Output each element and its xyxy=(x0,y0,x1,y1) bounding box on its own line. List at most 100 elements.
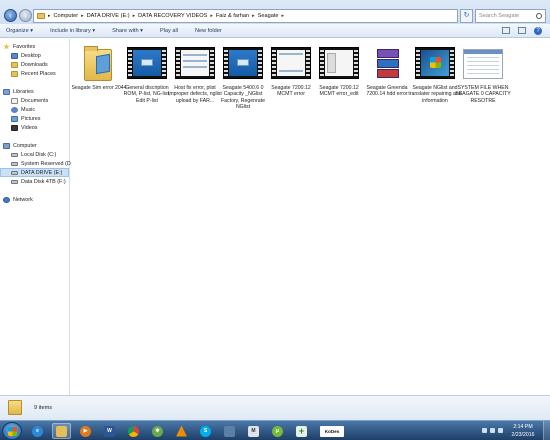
folder-icon xyxy=(84,46,112,81)
forward-arrow-icon[interactable]: › xyxy=(19,9,32,22)
file-item[interactable]: SYSTEM FILE WHEN SEAGATE 0 CAPACITY RESO… xyxy=(455,47,511,104)
nav-label: Documents xyxy=(21,97,49,104)
video-thumbnail xyxy=(127,47,167,81)
nav-music[interactable]: Music xyxy=(11,105,35,114)
film-icon xyxy=(223,47,263,79)
nav-local-disk[interactable]: Local Disk (C:) xyxy=(11,150,56,159)
nav-data-disk[interactable]: Data Disk 4TB (F:) xyxy=(11,177,66,186)
taskbar-media[interactable]: ▶ xyxy=(76,423,95,439)
play-all-button[interactable]: Play all xyxy=(160,28,178,34)
chevron-right-icon[interactable]: ▸ xyxy=(252,13,255,19)
windows-logo-icon xyxy=(8,427,17,436)
address-bar[interactable]: ▸ Computer ▸ DATA DRIVE (E:) ▸ DATA RECO… xyxy=(33,9,458,23)
clock-time[interactable]: 2:14 PM xyxy=(506,424,540,430)
nav-documents[interactable]: Documents xyxy=(11,96,48,105)
film-icon xyxy=(127,47,167,79)
plus-icon: + xyxy=(296,425,307,437)
breadcrumb-seagate[interactable]: Seagate xyxy=(258,13,279,19)
music-icon xyxy=(11,106,18,113)
pictures-icon xyxy=(11,115,18,122)
winrar-icon xyxy=(377,49,399,79)
taskbar-app-mst[interactable]: M xyxy=(244,423,263,439)
taskbar-skype[interactable]: S xyxy=(196,423,215,439)
nav-desktop[interactable]: Desktop xyxy=(11,51,41,60)
nav-libraries[interactable]: Libraries xyxy=(3,87,34,96)
folder-icon xyxy=(56,425,67,437)
breadcrumb-recovery-videos[interactable]: DATA RECOVERY VIDEOS xyxy=(138,13,207,19)
volume-icon[interactable] xyxy=(490,428,495,433)
nav-recent-places[interactable]: Recent Places xyxy=(11,69,56,78)
nav-favorites[interactable]: Favorites xyxy=(3,42,35,51)
desktop-icon xyxy=(11,52,18,59)
flag-icon[interactable] xyxy=(498,428,503,433)
video-thumbnail xyxy=(319,47,359,81)
drive-icon xyxy=(11,179,18,184)
nav-label: Desktop xyxy=(21,52,41,59)
nav-network[interactable]: Network xyxy=(3,195,33,204)
clock-date[interactable]: 2/23/2016 xyxy=(506,432,540,438)
nav-label: Music xyxy=(21,106,36,113)
taskbar-kodes[interactable]: KoDes xyxy=(318,423,346,439)
nav-label: Network xyxy=(13,196,33,203)
film-icon xyxy=(175,47,215,79)
film-icon xyxy=(271,47,311,79)
taskbar: e ▶ W ✱ S M µ + KoDes 2:14 PM 2/23/2016 xyxy=(0,420,550,440)
taskbar-network-tool[interactable] xyxy=(220,423,239,439)
documents-icon xyxy=(11,97,18,104)
taskbar-vlc[interactable] xyxy=(172,423,191,439)
chevron-right-icon[interactable]: ▸ xyxy=(133,13,136,19)
include-in-library-button[interactable]: Include in library ▾ xyxy=(50,28,95,34)
taskbar-ie[interactable]: e xyxy=(28,423,47,439)
show-desktop-button[interactable] xyxy=(543,421,550,440)
star-icon xyxy=(3,43,10,50)
app-icon: M xyxy=(248,425,259,437)
taskbar-settings[interactable]: ✱ xyxy=(148,423,167,439)
folder-icon xyxy=(8,400,22,415)
nav-computer[interactable]: Computer xyxy=(3,141,37,150)
new-folder-button[interactable]: New folder xyxy=(195,28,222,34)
chevron-right-icon[interactable]: ▸ xyxy=(81,13,84,19)
nav-data-drive[interactable]: DATA DRIVE (E:) xyxy=(0,168,69,177)
share-with-button[interactable]: Share with ▾ xyxy=(112,28,143,34)
network-icon xyxy=(3,196,10,203)
nav-downloads[interactable]: Downloads xyxy=(11,60,48,69)
navigation-pane: Favorites Desktop Downloads Recent Place… xyxy=(0,39,72,395)
start-button[interactable] xyxy=(2,422,22,440)
view-options-icon[interactable] xyxy=(502,27,510,34)
tray-arrow-icon[interactable] xyxy=(482,428,487,433)
nav-label: DATA DRIVE (E:) xyxy=(21,169,63,176)
search-icon[interactable] xyxy=(536,13,542,19)
refresh-icon[interactable]: ↻ xyxy=(460,9,473,23)
breadcrumb-data-drive[interactable]: DATA DRIVE (E:) xyxy=(87,13,130,19)
computer-icon xyxy=(3,142,10,149)
back-arrow-icon[interactable]: ‹ xyxy=(4,9,17,22)
search-input[interactable]: Search Seagate xyxy=(475,9,546,23)
nav-label: Favorites xyxy=(13,43,36,50)
search-placeholder: Search Seagate xyxy=(479,13,520,19)
document-icon xyxy=(463,49,503,79)
chevron-right-icon[interactable]: ▸ xyxy=(281,13,284,19)
skype-icon: S xyxy=(200,425,211,437)
nav-pictures[interactable]: Pictures xyxy=(11,114,40,123)
nav-label: Local Disk (C:) xyxy=(21,151,57,158)
taskbar-explorer[interactable] xyxy=(52,423,71,439)
nav-label: Libraries xyxy=(13,88,34,95)
video-thumbnail xyxy=(223,47,263,81)
breadcrumb-computer[interactable]: Computer xyxy=(54,13,79,19)
video-thumbnail xyxy=(175,47,215,81)
nav-label: Videos xyxy=(21,124,38,131)
taskbar-torrent[interactable]: µ xyxy=(268,423,287,439)
breadcrumb-faiz-farhan[interactable]: Faiz & farhan xyxy=(216,13,249,19)
chevron-right-icon[interactable]: ▸ xyxy=(48,13,51,19)
nav-label: System Reserved (D: xyxy=(21,160,73,167)
taskbar-word[interactable]: W xyxy=(100,423,119,439)
taskbar-chrome[interactable] xyxy=(124,423,143,439)
help-icon[interactable]: ? xyxy=(534,27,542,35)
preview-pane-icon[interactable] xyxy=(518,27,526,34)
organize-button[interactable]: Organize ▾ xyxy=(6,28,33,34)
nav-system-reserved[interactable]: System Reserved (D: xyxy=(11,159,72,168)
nav-videos[interactable]: Videos xyxy=(11,123,37,132)
taskbar-app-plus[interactable]: + xyxy=(292,423,311,439)
chevron-right-icon[interactable]: ▸ xyxy=(210,13,213,19)
file-list: Seagate Sim error 2044 General discripti… xyxy=(71,39,550,395)
